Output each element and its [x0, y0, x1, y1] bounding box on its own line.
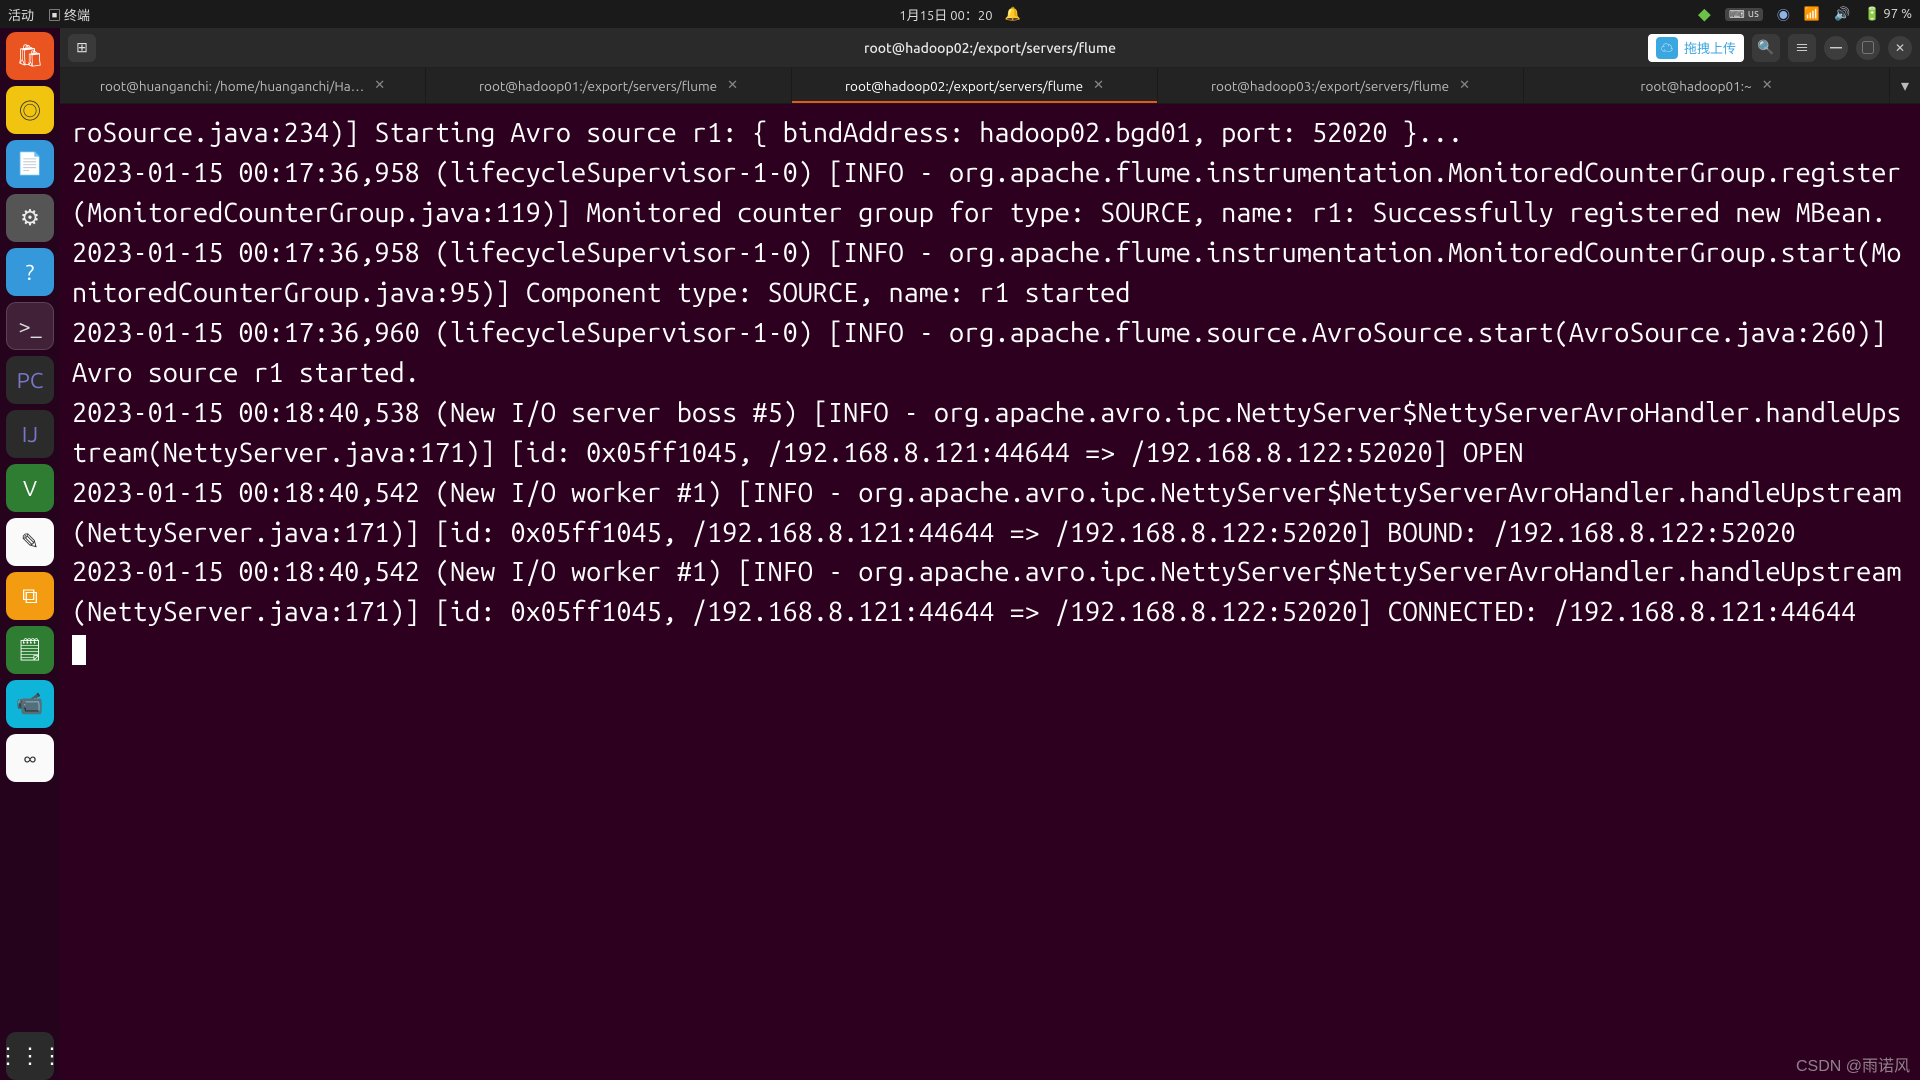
tab-close-icon[interactable]: ✕: [727, 78, 738, 93]
search-button[interactable]: 🔍: [1752, 34, 1780, 62]
window-minimize-button[interactable]: ━: [1824, 36, 1848, 60]
clock[interactable]: 1月15日 00：20: [899, 5, 992, 24]
upload-label: 拖拽上传: [1684, 38, 1736, 57]
kbd-layout-label: us: [1748, 8, 1759, 20]
notification-icon[interactable]: 🔔: [1005, 7, 1021, 22]
tray-user-icon[interactable]: ◉: [1777, 5, 1790, 24]
terminal-cursor: [72, 635, 86, 665]
watermark: CSDN @雨诺风: [1796, 1052, 1910, 1076]
terminal-window: ⊞ root@hadoop02:/export/servers/flume ☁ …: [60, 28, 1920, 1080]
dock-virtualbox[interactable]: ⧉: [6, 572, 54, 620]
terminal-indicator-icon[interactable]: ▣ 终端: [48, 5, 90, 24]
tab-label: root@hadoop01:~: [1640, 78, 1751, 94]
dock-terminal[interactable]: >_: [6, 302, 54, 350]
terminal-tab-2[interactable]: root@hadoop02:/export/servers/flume ✕: [792, 68, 1158, 103]
dock-meeting[interactable]: 📹: [6, 680, 54, 728]
dock-ubuntu-software[interactable]: 🛍: [6, 32, 54, 80]
terminal-tab-1[interactable]: root@hadoop01:/export/servers/flume ✕: [426, 68, 792, 103]
dock: 🛍 ◎ 📄 ⚙? >_ PC IJ V ✎ ⧉ 🗒 📹 ∞ ⋮⋮⋮: [0, 28, 60, 1080]
tab-close-icon[interactable]: ✕: [1459, 78, 1470, 93]
show-applications-button[interactable]: ⋮⋮⋮: [6, 1032, 54, 1080]
keyboard-layout[interactable]: ⌨us: [1725, 8, 1763, 21]
window-titlebar: ⊞ root@hadoop02:/export/servers/flume ☁ …: [60, 28, 1920, 68]
terminal-tab-4[interactable]: root@hadoop01:~ ✕: [1524, 68, 1890, 103]
dock-wps[interactable]: 🗒: [6, 626, 54, 674]
activities-button[interactable]: 活动: [8, 5, 34, 24]
dock-settings[interactable]: ⚙: [6, 194, 54, 242]
window-maximize-button[interactable]: ▢: [1856, 36, 1880, 60]
terminal-tab-0[interactable]: root@huanganchi: /home/huanganchi/Ha… ✕: [60, 68, 426, 103]
terminal-output[interactable]: roSource.java:234)] Starting Avro source…: [60, 104, 1920, 1080]
new-tab-button[interactable]: ⊞: [68, 34, 96, 62]
dock-rhythmbox[interactable]: ◎: [6, 86, 54, 134]
tab-label: root@hadoop02:/export/servers/flume: [845, 78, 1083, 94]
dock-pycharm[interactable]: PC: [6, 356, 54, 404]
wifi-icon[interactable]: 📶: [1804, 7, 1820, 22]
dock-text-editor[interactable]: ✎: [6, 518, 54, 566]
tab-label: root@hadoop03:/export/servers/flume: [1211, 78, 1449, 94]
tray-app-icon[interactable]: ◆: [1698, 5, 1711, 24]
top-panel: 活动 ▣ 终端 1月15日 00：20 🔔 ◆ ⌨us ◉ 📶 🔊 🔋 97 %: [0, 0, 1920, 28]
upload-button[interactable]: ☁ 拖拽上传: [1648, 34, 1744, 62]
battery-label: 97 %: [1883, 7, 1912, 21]
dock-vim[interactable]: V: [6, 464, 54, 512]
dock-libreoffice-writer[interactable]: 📄: [6, 140, 54, 188]
tab-bar: root@huanganchi: /home/huanganchi/Ha…✕ro…: [60, 68, 1920, 104]
volume-icon[interactable]: 🔊: [1834, 7, 1850, 22]
window-close-button[interactable]: ✕: [1888, 36, 1912, 60]
window-title: root@hadoop02:/export/servers/flume: [864, 40, 1116, 56]
tab-close-icon[interactable]: ✕: [374, 78, 385, 93]
cloud-icon: ☁: [1656, 37, 1678, 59]
dock-baidu-netdisk[interactable]: ∞: [6, 734, 54, 782]
tab-dropdown-button[interactable]: ▾: [1890, 68, 1920, 103]
app-indicator-label: 终端: [64, 9, 90, 23]
hamburger-menu-button[interactable]: ≡: [1788, 34, 1816, 62]
dock-help[interactable]: ?: [6, 248, 54, 296]
tab-close-icon[interactable]: ✕: [1762, 78, 1773, 93]
dock-intellij[interactable]: IJ: [6, 410, 54, 458]
tab-label: root@hadoop01:/export/servers/flume: [479, 78, 717, 94]
battery-icon[interactable]: 🔋 97 %: [1864, 7, 1912, 22]
terminal-tab-3[interactable]: root@hadoop03:/export/servers/flume ✕: [1158, 68, 1524, 103]
tab-label: root@huanganchi: /home/huanganchi/Ha…: [100, 78, 364, 94]
tab-close-icon[interactable]: ✕: [1093, 78, 1104, 93]
